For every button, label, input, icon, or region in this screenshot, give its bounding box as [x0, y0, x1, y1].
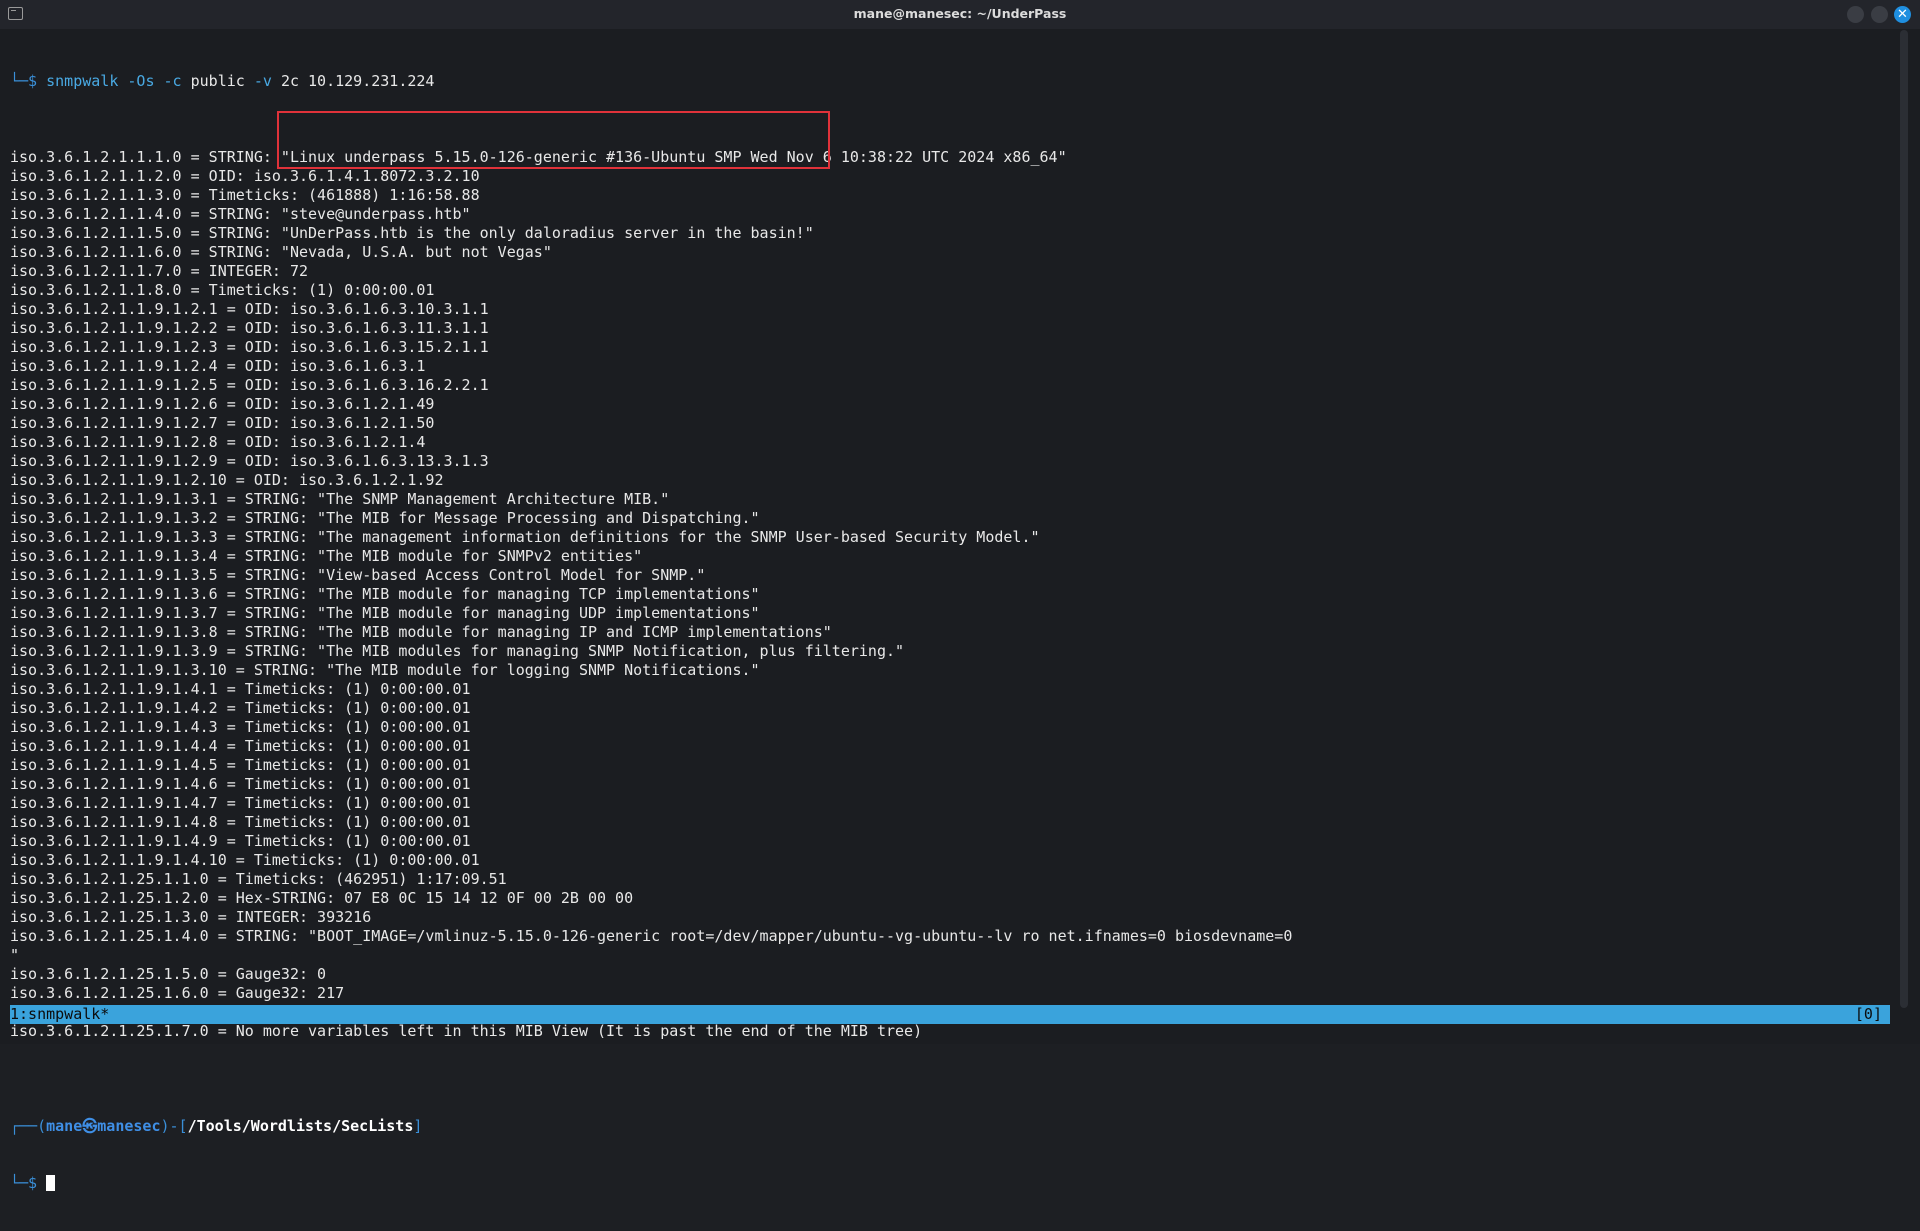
output-line: iso.3.6.1.2.1.1.9.1.3.4 = STRING: "The M…	[10, 547, 643, 565]
output-line: iso.3.6.1.2.1.1.9.1.4.9 = Timeticks: (1)…	[10, 832, 471, 850]
terminal-output[interactable]: └─$ snmpwalk -Os -c public -v 2c 10.129.…	[10, 34, 1890, 1231]
command-name: snmpwalk	[46, 72, 119, 90]
command-flag: -v	[253, 72, 272, 90]
minimize-button[interactable]	[1847, 6, 1864, 23]
terminal-window: mane@manesec: ~/UnderPass ✕ └─$ snmpwalk…	[0, 0, 1920, 1192]
output-line: iso.3.6.1.2.1.1.9.1.2.5 = OID: iso.3.6.1…	[10, 376, 489, 394]
output-line: iso.3.6.1.2.1.1.9.1.4.4 = Timeticks: (1)…	[10, 737, 471, 755]
prompt-close: ]	[413, 1117, 423, 1135]
tmux-window-label[interactable]: 1:snmpwalk*	[10, 1005, 109, 1024]
output-line: iso.3.6.1.2.1.25.1.1.0 = Timeticks: (462…	[10, 870, 507, 888]
output-line: "	[10, 946, 20, 964]
prompt-line-2[interactable]: └─$	[10, 1174, 1890, 1193]
maximize-button[interactable]	[1871, 6, 1888, 23]
snmp-output: iso.3.6.1.2.1.1.1.0 = STRING: "Linux und…	[10, 148, 1890, 1060]
prompt-open: ┌──(	[10, 1117, 47, 1135]
prompt-symbol: └─$	[10, 72, 47, 90]
output-line: iso.3.6.1.2.1.1.5.0 = STRING: "UnDerPass…	[10, 224, 814, 242]
output-line: iso.3.6.1.2.1.1.9.1.3.7 = STRING: "The M…	[10, 604, 760, 622]
prompt-host: manesec	[97, 1117, 161, 1135]
output-line: iso.3.6.1.2.1.1.9.1.2.2 = OID: iso.3.6.1…	[10, 319, 489, 337]
window-title: mane@manesec: ~/UnderPass	[853, 6, 1067, 21]
output-line: iso.3.6.1.2.1.25.1.3.0 = INTEGER: 393216	[10, 908, 372, 926]
output-line: iso.3.6.1.2.1.25.1.5.0 = Gauge32: 0	[10, 965, 327, 983]
output-line: iso.3.6.1.2.1.25.1.4.0 = STRING: "BOOT_I…	[10, 927, 1293, 945]
output-line: iso.3.6.1.2.1.1.3.0 = Timeticks: (461888…	[10, 186, 480, 204]
output-line: iso.3.6.1.2.1.1.9.1.2.1 = OID: iso.3.6.1…	[10, 300, 489, 318]
output-line: iso.3.6.1.2.1.1.9.1.2.3 = OID: iso.3.6.1…	[10, 338, 489, 356]
output-line: iso.3.6.1.2.1.25.1.7.0 = No more variabl…	[10, 1022, 923, 1040]
output-line: iso.3.6.1.2.1.25.1.6.0 = Gauge32: 217	[10, 984, 345, 1002]
scrollbar[interactable]	[1900, 30, 1908, 1008]
output-line: iso.3.6.1.2.1.1.9.1.4.5 = Timeticks: (1)…	[10, 756, 471, 774]
tmux-status-bar: 1:snmpwalk* [0]	[10, 1005, 1890, 1024]
prompt-cwd: /Tools/Wordlists/SecLists	[187, 1117, 414, 1135]
output-line: iso.3.6.1.2.1.1.6.0 = STRING: "Nevada, U…	[10, 243, 552, 261]
output-line: iso.3.6.1.2.1.1.9.1.3.2 = STRING: "The M…	[10, 509, 760, 527]
output-line: iso.3.6.1.2.1.1.9.1.4.1 = Timeticks: (1)…	[10, 680, 471, 698]
prompt-line-1: ┌──(mane㉿manesec)-[/Tools/Wordlists/SecL…	[10, 1117, 1890, 1136]
prompt-user: mane	[46, 1117, 83, 1135]
output-line: iso.3.6.1.2.1.1.4.0 = STRING: "steve@und…	[10, 205, 471, 223]
highlight-annotation-box	[277, 111, 830, 169]
output-line: iso.3.6.1.2.1.1.8.0 = Timeticks: (1) 0:0…	[10, 281, 435, 299]
output-line: iso.3.6.1.2.1.1.9.1.3.8 = STRING: "The M…	[10, 623, 832, 641]
prompt-at: ㉿	[82, 1117, 98, 1135]
prompt-mid: )-[	[160, 1117, 188, 1135]
output-line: iso.3.6.1.2.1.25.1.2.0 = Hex-STRING: 07 …	[10, 889, 634, 907]
output-line: iso.3.6.1.2.1.1.9.1.3.1 = STRING: "The S…	[10, 490, 670, 508]
output-line: iso.3.6.1.2.1.1.9.1.2.9 = OID: iso.3.6.1…	[10, 452, 489, 470]
output-line: iso.3.6.1.2.1.1.9.1.4.3 = Timeticks: (1)…	[10, 718, 471, 736]
title-bar[interactable]: mane@manesec: ~/UnderPass ✕	[0, 0, 1920, 29]
tmux-session-label: [0]	[1854, 1005, 1882, 1023]
output-line: iso.3.6.1.2.1.1.9.1.3.10 = STRING: "The …	[10, 661, 760, 679]
close-button[interactable]: ✕	[1894, 6, 1911, 23]
text-cursor	[46, 1175, 56, 1191]
output-line: iso.3.6.1.2.1.1.9.1.4.8 = Timeticks: (1)…	[10, 813, 471, 831]
output-line: iso.3.6.1.2.1.1.9.1.3.3 = STRING: "The m…	[10, 528, 1040, 546]
output-line: iso.3.6.1.2.1.1.9.1.4.10 = Timeticks: (1…	[10, 851, 480, 869]
command-flag: -c	[163, 72, 182, 90]
output-line: iso.3.6.1.2.1.1.9.1.3.9 = STRING: "The M…	[10, 642, 905, 660]
command-line: └─$ snmpwalk -Os -c public -v 2c 10.129.…	[10, 72, 1890, 91]
output-line: iso.3.6.1.2.1.1.9.1.3.6 = STRING: "The M…	[10, 585, 760, 603]
command-arg: 2c 10.129.231.224	[280, 72, 435, 90]
command-arg: public	[190, 72, 245, 90]
command-flag: -Os	[127, 72, 155, 90]
output-line: iso.3.6.1.2.1.1.7.0 = INTEGER: 72	[10, 262, 309, 280]
output-line: iso.3.6.1.2.1.1.9.1.3.5 = STRING: "View-…	[10, 566, 706, 584]
output-line: iso.3.6.1.2.1.1.9.1.2.4 = OID: iso.3.6.1…	[10, 357, 426, 375]
prompt-symbol: └─$	[10, 1174, 47, 1192]
output-line: iso.3.6.1.2.1.1.9.1.2.6 = OID: iso.3.6.1…	[10, 395, 435, 413]
output-line: iso.3.6.1.2.1.1.9.1.4.7 = Timeticks: (1)…	[10, 794, 471, 812]
output-line: iso.3.6.1.2.1.1.2.0 = OID: iso.3.6.1.4.1…	[10, 167, 480, 185]
output-line: iso.3.6.1.2.1.1.9.1.2.10 = OID: iso.3.6.…	[10, 471, 444, 489]
output-line: iso.3.6.1.2.1.1.9.1.4.2 = Timeticks: (1)…	[10, 699, 471, 717]
output-line: iso.3.6.1.2.1.1.9.1.2.8 = OID: iso.3.6.1…	[10, 433, 426, 451]
output-line: iso.3.6.1.2.1.1.9.1.4.6 = Timeticks: (1)…	[10, 775, 471, 793]
output-line: iso.3.6.1.2.1.1.9.1.2.7 = OID: iso.3.6.1…	[10, 414, 435, 432]
